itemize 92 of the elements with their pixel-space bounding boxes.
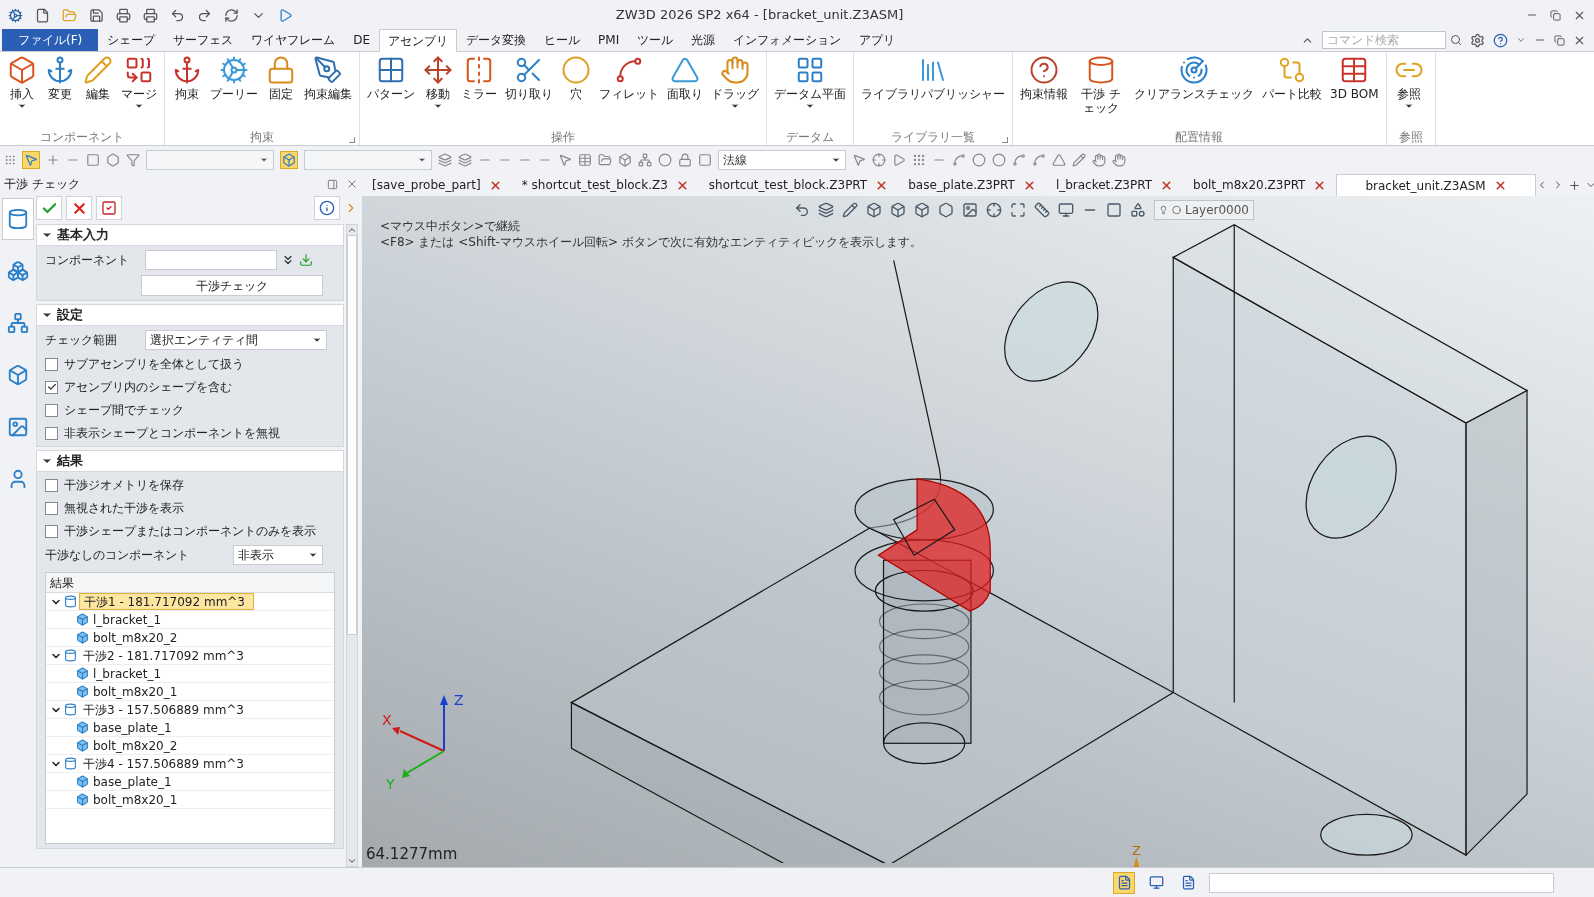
section-header[interactable]: 基本入力 — [36, 224, 344, 246]
ribbon-button[interactable]: 編集 — [80, 55, 116, 129]
ribbon-button[interactable]: 変更 — [42, 55, 78, 129]
option-label: アセンブリ内のシェープを含む — [64, 379, 232, 396]
document-tab[interactable]: [save_probe_part] — [362, 174, 512, 196]
option-label: シェープ間でチェック — [64, 402, 184, 419]
menu-tab[interactable]: 光源 — [682, 29, 725, 51]
group-label: 拘束 — [250, 129, 274, 146]
ribbon-button[interactable]: 挿入 — [4, 55, 40, 129]
ribbon-button[interactable]: 干渉 チェック — [1073, 55, 1129, 129]
group-label: データム — [786, 129, 834, 146]
tree-item[interactable]: bolt_m8x20_1 — [93, 682, 186, 701]
tree-item[interactable]: l_bracket_1 — [93, 610, 170, 629]
document-tab[interactable]: bracket_unit.Z3ASM — [1336, 174, 1536, 196]
tree-item[interactable]: base_plate_1 — [93, 772, 180, 791]
menu-tab[interactable]: アセンブリ — [379, 29, 458, 52]
list-header: 結果 — [46, 573, 334, 593]
ribbon-button[interactable]: データム平面 — [771, 55, 849, 129]
field-label: チェック範囲 — [45, 332, 118, 349]
ribbon-button[interactable]: クリアランスチェック — [1131, 55, 1257, 129]
ribbon-button[interactable]: ドラッグ — [708, 55, 762, 129]
ribbon-button[interactable]: フィレット — [596, 55, 662, 129]
tree-item[interactable]: 干渉3 - 157.506889 mm^3 — [79, 701, 252, 718]
menu-tab[interactable]: ワイヤフレーム — [242, 29, 345, 51]
group-label: コンポーネント — [40, 129, 124, 146]
field-label: 干渉なしのコンポーネント — [45, 547, 190, 564]
document-tab[interactable]: base_plate.Z3PRT — [898, 174, 1046, 196]
tree-item[interactable]: l_bracket_1 — [93, 664, 170, 683]
document-tab[interactable]: bolt_m8x20.Z3PRT — [1183, 174, 1337, 196]
ribbon-button[interactable]: 3D BOM — [1327, 55, 1382, 129]
group-label: 参照 — [1398, 129, 1423, 146]
field-label: コンポーネント — [45, 252, 130, 269]
section-header[interactable]: 設定 — [36, 304, 344, 326]
ribbon-button[interactable]: 面取り — [664, 55, 706, 129]
section-header[interactable]: 結果 — [36, 450, 344, 472]
ribbon-button[interactable]: パート比較 — [1259, 55, 1325, 129]
menu-tab[interactable]: DE — [344, 29, 380, 51]
group-label: 配置情報 — [1175, 129, 1224, 146]
tree-item[interactable]: 干渉1 - 181.717092 mm^3 — [79, 593, 254, 610]
tree-item[interactable]: bolt_m8x20_2 — [93, 736, 186, 755]
tree-item[interactable]: base_plate_1 — [93, 718, 180, 737]
hint-text: <マウス中ボタン>で継続 — [380, 218, 522, 234]
ribbon-button[interactable]: 拘束 — [169, 55, 205, 129]
option-label: 無視された干渉を表示 — [64, 500, 184, 517]
tree-item[interactable]: 干渉2 - 181.717092 mm^3 — [79, 647, 252, 664]
ribbon-button[interactable]: 移動 — [420, 55, 456, 129]
ribbon-button[interactable]: 固定 — [263, 55, 299, 129]
document-tab[interactable]: shortcut_test_block.Z3PRT — [698, 174, 899, 196]
ribbon-button[interactable]: パターン — [364, 55, 418, 129]
menu-tab[interactable]: PMI — [589, 29, 629, 51]
display-mode-dropdown[interactable]: 非表示 — [233, 545, 323, 565]
check-range-dropdown[interactable]: 選択エンティティ間 — [145, 330, 327, 350]
ribbon-button[interactable]: マージ — [118, 55, 160, 129]
command-search-field[interactable]: コマンド検索 — [1322, 31, 1446, 49]
menu-tab[interactable]: ヒール — [535, 29, 590, 51]
interference-check-button[interactable]: 干渉チェック — [141, 275, 323, 296]
measurement-text: 64.1277mm — [366, 843, 458, 865]
option-label: 非表示シェープとコンポーネントを無視 — [64, 425, 280, 442]
menu-tab[interactable]: インフォメーション — [724, 29, 851, 51]
ribbon-button[interactable]: プーリー — [207, 55, 261, 129]
layer-dropdown[interactable]: Layer0000 — [1154, 200, 1254, 220]
axis-label: Z — [454, 692, 464, 708]
document-tab[interactable]: * shortcut_test_block.Z3 — [511, 174, 699, 196]
ribbon-button[interactable]: 切り取り — [502, 55, 556, 129]
menu-tab[interactable]: データ変換 — [457, 29, 536, 51]
menu-tab[interactable]: アプリ — [850, 29, 905, 51]
panel-title: 干渉 チェック — [4, 176, 81, 193]
option-label: サブアセンブリを全体として扱う — [64, 356, 244, 373]
ribbon-button[interactable]: 穴 — [558, 55, 594, 129]
option-label: 干渉ジオメトリを保存 — [64, 477, 184, 494]
axis-label: Y — [386, 776, 395, 791]
hint-text: <F8> または <Shift-マウスホイール回転> ボタンで次に有効なエンティティピックを表示します。 — [380, 234, 922, 250]
ribbon-button[interactable]: 参照 — [1390, 55, 1427, 129]
ribbon-button[interactable]: ミラー — [458, 55, 500, 129]
ribbon-button[interactable]: 拘束情報 — [1017, 55, 1071, 129]
ribbon-button[interactable]: ライブラリパブリッシャー — [858, 55, 1008, 129]
axis-label: X — [382, 712, 392, 728]
ribbon-button[interactable]: 拘束編集 — [301, 55, 355, 129]
menu-tab[interactable]: サーフェス — [164, 29, 243, 51]
axis-label: Z — [1132, 844, 1141, 857]
menu-tab[interactable]: ツール — [628, 29, 683, 51]
menu-tab[interactable]: シェープ — [98, 29, 165, 51]
group-label: 操作 — [551, 129, 575, 146]
tree-item[interactable]: 干渉4 - 157.506889 mm^3 — [79, 755, 252, 772]
document-tab[interactable]: l_bracket.Z3PRT — [1045, 174, 1184, 196]
menu-tab[interactable]: ファイル(F) — [2, 29, 99, 51]
tree-item[interactable]: bolt_m8x20_1 — [93, 790, 186, 809]
group-label: ライブラリ一覧 — [891, 129, 975, 146]
tree-item[interactable]: bolt_m8x20_2 — [93, 628, 186, 647]
option-label: 干渉シェープまたはコンポーネントのみを表示 — [64, 523, 316, 540]
window-title: ZW3D 2026 SP2 x64 - [bracket_unit.Z3ASM] — [614, 6, 905, 25]
direction-dropdown[interactable]: 法線 — [718, 150, 846, 170]
